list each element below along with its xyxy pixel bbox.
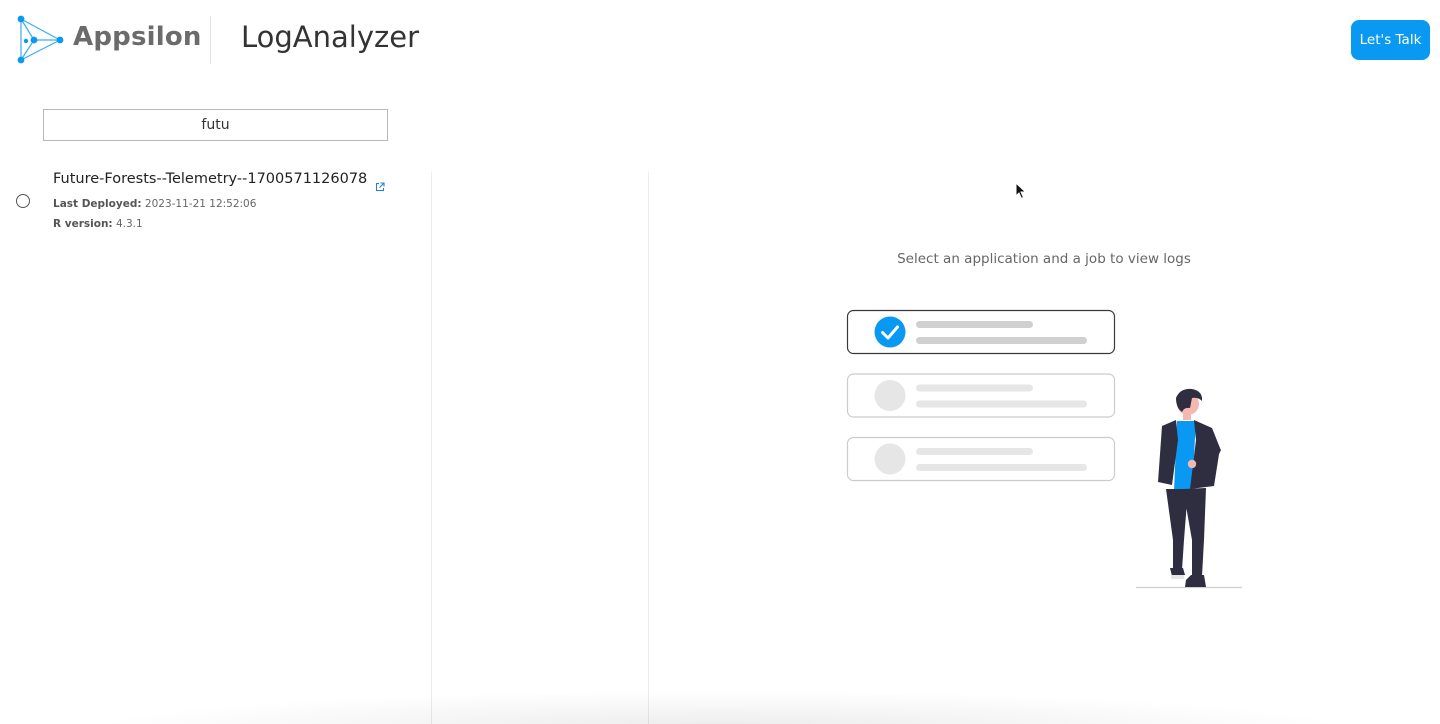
mouse-cursor-icon <box>1015 181 1027 200</box>
brand-name: Appsilon <box>73 22 202 52</box>
last-deployed-value: 2023-11-21 12:52:06 <box>144 198 257 210</box>
app-header: Appsilon LogAnalyzer Let's Talk <box>0 0 1440 80</box>
empty-state-illustration <box>840 300 1250 595</box>
search-input[interactable] <box>43 109 388 141</box>
empty-state-message: Select an application and a job to view … <box>897 251 1191 267</box>
header-divider <box>210 16 211 64</box>
app-name: Future-Forests--Telemetry--1700571126078 <box>53 171 368 187</box>
lets-talk-button[interactable]: Let's Talk <box>1351 20 1430 60</box>
app-radio-button[interactable] <box>16 194 30 208</box>
r-version-label: R version: <box>53 218 113 230</box>
checklist-card-selected <box>846 309 1116 355</box>
external-link-icon[interactable] <box>375 177 385 192</box>
column-divider-jobs <box>431 172 432 724</box>
checklist-card <box>846 436 1116 482</box>
column-divider-logs <box>648 172 649 724</box>
app-title: LogAnalyzer <box>241 20 419 54</box>
last-deployed: Last Deployed: 2023-11-21 12:52:06 <box>53 198 256 210</box>
r-version-value: 4.3.1 <box>115 218 143 230</box>
last-deployed-label: Last Deployed: <box>53 198 142 210</box>
page: Appsilon LogAnalyzer Let's Talk Future-F… <box>0 0 1440 724</box>
bottom-shadow <box>80 690 1360 724</box>
r-version: R version: 4.3.1 <box>53 218 143 230</box>
appsilon-logo-icon[interactable] <box>14 14 68 66</box>
person-figure <box>1136 388 1242 589</box>
checklist-card <box>846 373 1116 418</box>
